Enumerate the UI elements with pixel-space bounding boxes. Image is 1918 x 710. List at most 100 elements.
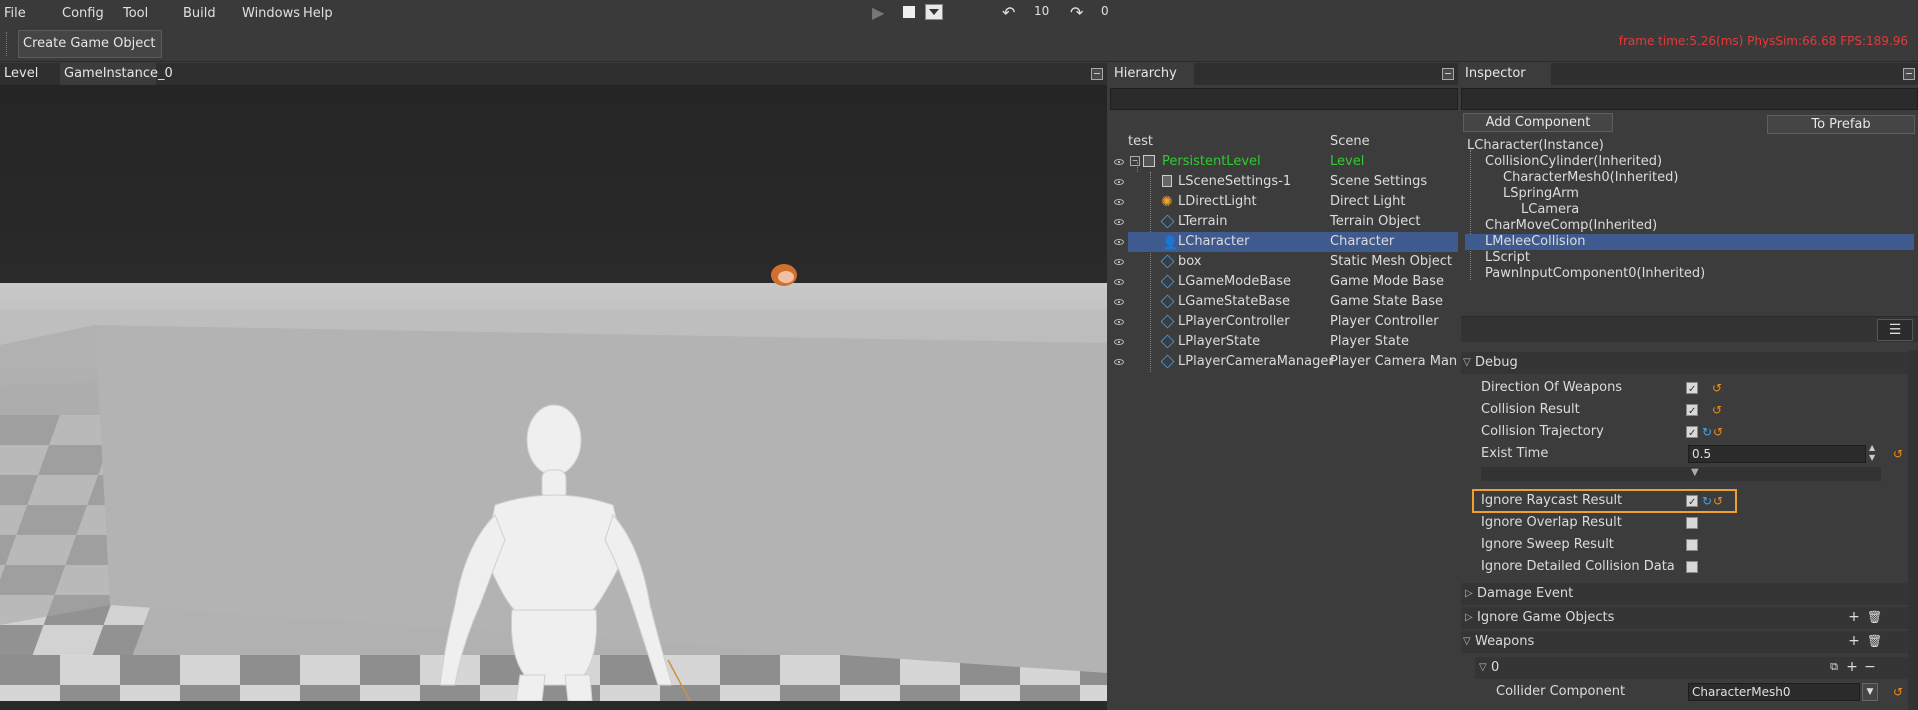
eye-icon[interactable] — [1114, 359, 1124, 365]
eye-icon[interactable] — [1114, 179, 1124, 185]
trash-icon[interactable]: 🗑 — [1867, 610, 1882, 624]
eye-icon[interactable] — [1114, 319, 1124, 325]
menu-icon[interactable]: ☰ — [1877, 319, 1913, 341]
pin-icon[interactable] — [1903, 68, 1915, 80]
add-component-button[interactable]: Add Component — [1463, 113, 1613, 132]
weapon-entry-0[interactable]: ▽ 0 ⧉ + − — [1475, 657, 1918, 679]
hierarchy-row-game-mode-base[interactable]: LGameModeBase Game Mode Base — [1110, 272, 1458, 292]
add-icon[interactable]: + — [1847, 634, 1861, 648]
chevron-down-icon[interactable]: ▼ — [1862, 683, 1878, 701]
checkbox[interactable] — [1686, 517, 1698, 529]
section-damage-event[interactable]: ▷ Damage Event — [1461, 583, 1918, 605]
trash-icon[interactable]: 🗑 — [1867, 634, 1882, 648]
create-game-object-button[interactable]: Create Game Object — [18, 30, 162, 58]
eye-icon[interactable] — [1114, 159, 1124, 165]
hierarchy-row-player-state[interactable]: LPlayerState Player State — [1110, 332, 1458, 352]
hierarchy-row-game-state-base[interactable]: LGameStateBase Game State Base — [1110, 292, 1458, 312]
redo-icon[interactable]: ↷ — [1070, 3, 1083, 22]
revert-icon[interactable]: ↺ — [1713, 421, 1723, 443]
inspector-scrollbar[interactable] — [1908, 350, 1918, 710]
duplicate-icon[interactable]: ⧉ — [1827, 660, 1841, 674]
component-item[interactable]: CharMoveComp(Inherited) — [1485, 218, 1657, 234]
component-item[interactable]: LCharacter(Instance) — [1467, 138, 1604, 154]
tab-level[interactable]: Level — [0, 63, 42, 85]
eye-icon[interactable] — [1114, 299, 1124, 305]
checkbox[interactable] — [1686, 561, 1698, 573]
section-ignore-game-objects[interactable]: ▷ Ignore Game Objects + 🗑 — [1461, 607, 1918, 629]
eye-icon[interactable] — [1114, 199, 1124, 205]
hierarchy-row-terrain[interactable]: LTerrain Terrain Object — [1110, 212, 1458, 232]
undo-icon[interactable]: ↶ — [1002, 3, 1015, 22]
menu-file[interactable]: File — [4, 6, 26, 21]
toolbar-grip[interactable] — [6, 32, 9, 56]
chevron-down-icon[interactable]: ▼ — [1691, 462, 1699, 484]
pin-icon[interactable] — [1091, 68, 1103, 80]
scene-viewport[interactable] — [0, 85, 1107, 701]
checkbox[interactable] — [1686, 379, 1698, 401]
dropdown-button[interactable] — [925, 4, 943, 20]
spinner-icon[interactable]: ▲ ▼ — [1869, 443, 1875, 463]
chevron-down-icon — [929, 9, 939, 15]
hierarchy-row-player-camera-manager[interactable]: LPlayerCameraManager Player Camera Manag — [1110, 352, 1458, 372]
pin-icon[interactable] — [1442, 68, 1454, 80]
undo-count: 10 — [1034, 4, 1050, 18]
checkbox[interactable] — [1686, 401, 1698, 423]
remove-icon[interactable]: − — [1863, 660, 1877, 674]
chevron-down-icon: ▽ — [1463, 357, 1471, 368]
menu-windows[interactable]: Windows — [242, 6, 300, 21]
hierarchy-row-direct-light[interactable]: ✺ LDirectLight Direct Light — [1110, 192, 1458, 212]
hierarchy-item-type: Terrain Object — [1330, 214, 1421, 229]
link-icon[interactable]: ↻ — [1702, 421, 1712, 443]
tab-inspector[interactable]: Inspector — [1461, 63, 1551, 85]
component-item[interactable]: PawnInputComponent0(Inherited) — [1485, 266, 1705, 282]
revert-icon[interactable]: ↺ — [1893, 681, 1903, 703]
component-item-selected[interactable]: LMeleeCollision — [1465, 234, 1914, 250]
component-item[interactable]: LSpringArm — [1503, 186, 1579, 202]
cube-icon — [1160, 294, 1175, 309]
tab-game-instance[interactable]: GameInstance_0 — [60, 63, 173, 85]
menu-build[interactable]: Build — [183, 6, 216, 21]
component-item[interactable]: CharacterMesh0(Inherited) — [1503, 170, 1678, 186]
eye-icon[interactable] — [1114, 279, 1124, 285]
eye-icon[interactable] — [1114, 339, 1124, 345]
stop-icon[interactable] — [903, 6, 915, 18]
component-item[interactable]: CollisionCylinder(Inherited) — [1485, 154, 1662, 170]
exist-time-input[interactable]: 0.5 — [1688, 445, 1866, 463]
revert-icon[interactable]: ↺ — [1712, 399, 1722, 421]
inspector-name-field[interactable] — [1461, 88, 1918, 110]
component-item[interactable]: LCamera — [1521, 202, 1579, 218]
link-icon[interactable]: ↻ — [1702, 490, 1712, 512]
revert-icon[interactable]: ↺ — [1712, 377, 1722, 399]
tab-hierarchy[interactable]: Hierarchy — [1110, 63, 1194, 85]
prop-label: Ignore Sweep Result — [1481, 537, 1614, 552]
prop-label: Exist Time — [1481, 446, 1549, 461]
checkbox[interactable] — [1686, 423, 1698, 445]
collider-component-select[interactable]: CharacterMesh0 — [1688, 683, 1860, 701]
checkbox[interactable] — [1686, 539, 1698, 551]
hierarchy-search-input[interactable] — [1110, 88, 1458, 110]
menu-config[interactable]: Config — [62, 6, 104, 21]
hierarchy-row-character[interactable]: 👤 LCharacter Character — [1110, 232, 1458, 252]
add-icon[interactable]: + — [1847, 610, 1861, 624]
revert-icon[interactable]: ↺ — [1893, 443, 1903, 465]
eye-icon[interactable] — [1114, 239, 1124, 245]
hierarchy-row-scene-settings[interactable]: LSceneSettings-1 Scene Settings — [1110, 172, 1458, 192]
hierarchy-row-player-controller[interactable]: LPlayerController Player Controller — [1110, 312, 1458, 332]
section-weapons[interactable]: ▽ Weapons + 🗑 — [1461, 631, 1918, 653]
play-icon[interactable]: ▶ — [872, 3, 884, 22]
add-icon[interactable]: + — [1845, 660, 1859, 674]
component-item[interactable]: LScript — [1485, 250, 1530, 266]
hierarchy-item-label: LSceneSettings-1 — [1178, 174, 1292, 189]
revert-icon[interactable]: ↺ — [1713, 490, 1723, 512]
prop-collision-trajectory: Collision Trajectory ↻ ↺ — [1461, 421, 1918, 445]
to-prefab-button[interactable]: To Prefab — [1767, 115, 1915, 134]
hierarchy-row-box[interactable]: box Static Mesh Object — [1110, 252, 1458, 272]
hierarchy-row-persistent-level[interactable]: − PersistentLevel Level — [1110, 152, 1458, 172]
hierarchy-item-type: Direct Light — [1330, 194, 1406, 209]
menu-help[interactable]: Help — [303, 6, 333, 21]
menu-tool[interactable]: Tool — [123, 6, 148, 21]
section-debug[interactable]: ▽ Debug — [1461, 352, 1918, 374]
eye-icon[interactable] — [1114, 219, 1124, 225]
eye-icon[interactable] — [1114, 259, 1124, 265]
checkbox[interactable] — [1686, 492, 1698, 514]
